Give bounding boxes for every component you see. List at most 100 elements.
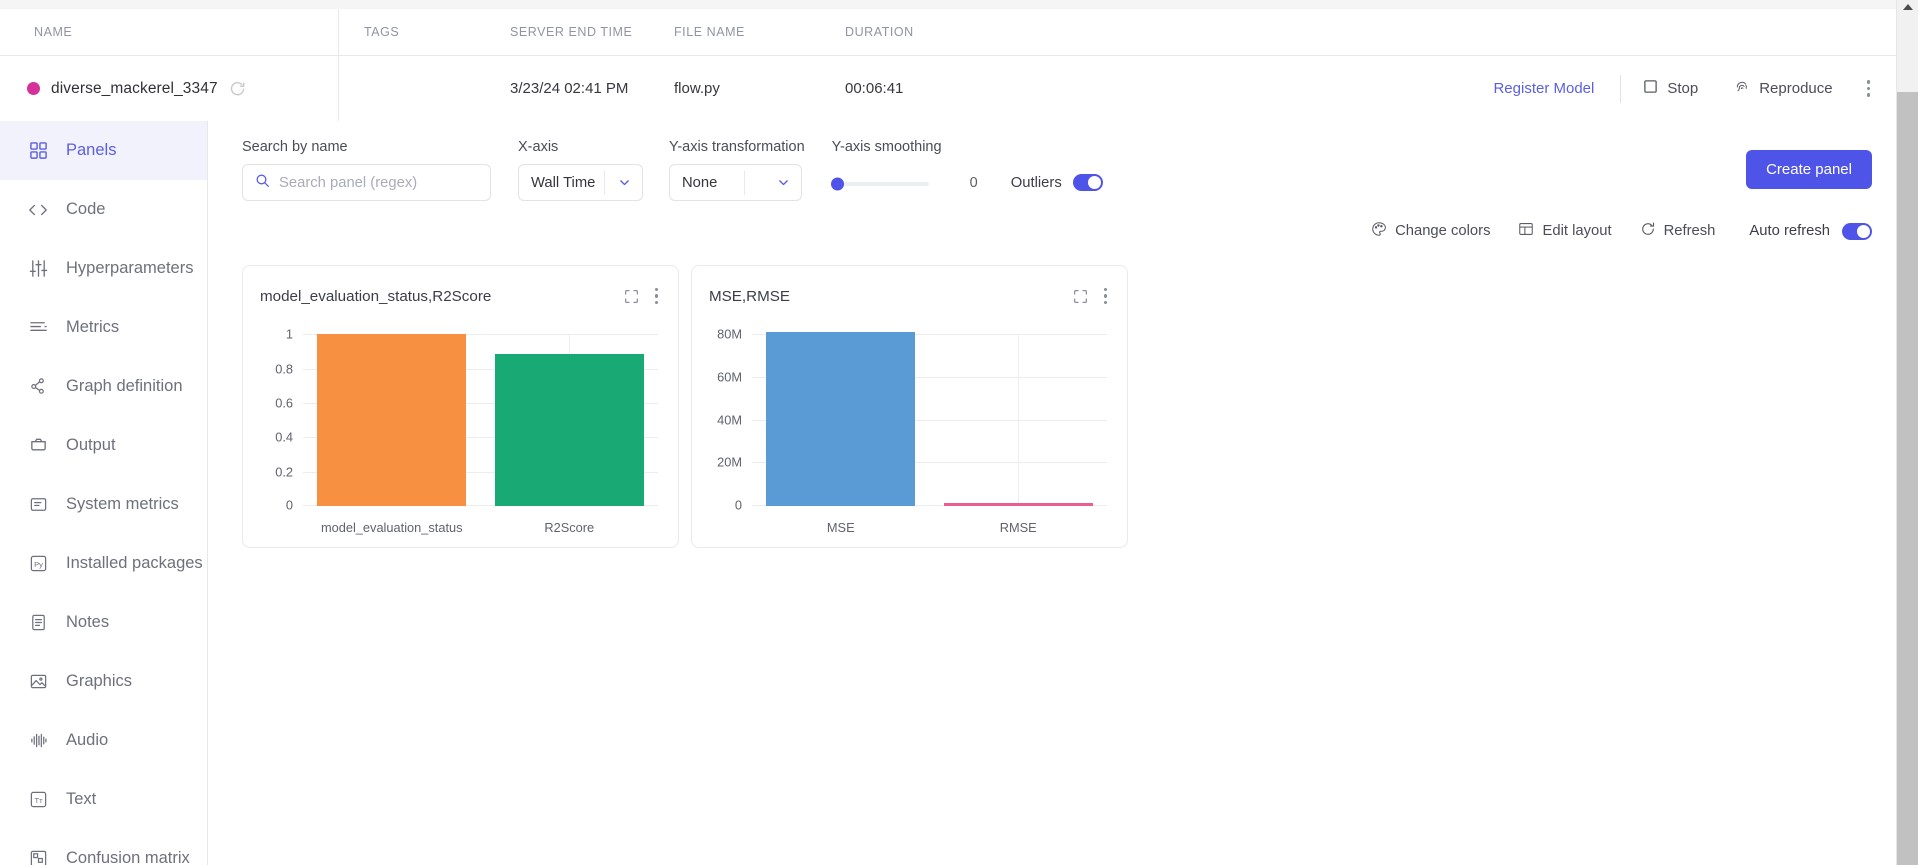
ytransform-value: None <box>682 174 718 191</box>
run-more-menu-icon[interactable] <box>1851 74 1882 102</box>
change-colors-button[interactable]: Change colors <box>1357 215 1504 247</box>
xaxis-select[interactable]: Wall Time <box>518 164 643 201</box>
scroll-up-arrow-icon[interactable] <box>1902 4 1913 10</box>
run-name-cell[interactable]: diverse_mackerel_3347 <box>0 80 338 98</box>
ysmoothing-value: 0 <box>969 174 978 191</box>
plot-area: 0 20M 40M 60M 80M <box>717 327 1107 513</box>
sidebar-item-label: Confusion matrix <box>66 849 190 865</box>
terminal-icon <box>27 435 49 457</box>
slider-knob[interactable] <box>830 177 844 190</box>
column-header-tags: TAGS <box>338 25 510 39</box>
sidebar-item-installed-packages[interactable]: Py Installed packages <box>0 534 207 593</box>
sidebar-item-confusion-matrix[interactable]: Confusion matrix <box>0 829 207 865</box>
table-row[interactable]: diverse_mackerel_3347 3/23/24 02:41 PM f… <box>0 56 1896 121</box>
outliers-label: Outliers <box>1010 174 1062 191</box>
chart-mse-rmse: 0 20M 40M 60M 80M MSE RMSE <box>704 324 1115 539</box>
column-header-duration: DURATION <box>845 25 914 39</box>
graph-nodes-icon <box>27 376 49 398</box>
sidebar-item-output[interactable]: Output <box>0 416 207 475</box>
panel-toolbar: Change colors Edit layout Refresh Auto r… <box>209 213 1896 249</box>
refresh-icon <box>1640 221 1656 241</box>
plot-area: 0 0.2 0.4 0.6 0.8 1 <box>275 327 658 513</box>
outliers-toggle[interactable] <box>1072 174 1103 191</box>
y-tick-label: 0.4 <box>275 429 293 445</box>
scrollbar-thumb[interactable] <box>1897 92 1918 865</box>
create-panel-button[interactable]: Create panel <box>1746 150 1872 189</box>
column-header-file-name: FILE NAME <box>674 25 745 39</box>
bar-mse[interactable] <box>766 332 916 507</box>
system-lines-icon <box>27 494 49 516</box>
auto-refresh-label: Auto refresh <box>1749 223 1830 239</box>
register-model-button[interactable]: Register Model <box>1471 80 1616 97</box>
sidebar-item-label: System metrics <box>66 495 179 513</box>
sidebar-item-system-metrics[interactable]: System metrics <box>0 475 207 534</box>
sidebar-item-code[interactable]: Code <box>0 180 207 239</box>
column-header-name: NAME <box>34 25 73 39</box>
chevron-down-icon <box>766 176 801 189</box>
text-box-icon: Tт <box>27 789 49 811</box>
xaxis-label: X-axis <box>518 139 559 155</box>
panel-model-evaluation-status-r2score[interactable]: model_evaluation_status,R2Score 0 0.2 0.… <box>242 265 679 548</box>
list-lines-icon <box>27 317 49 339</box>
run-server-end-time-cell: 3/23/24 02:41 PM <box>510 80 629 97</box>
panel-menu-icon[interactable] <box>647 282 662 310</box>
auto-refresh-control: Auto refresh <box>1729 222 1872 240</box>
refresh-label: Refresh <box>1663 223 1716 239</box>
y-tick-label: 0.2 <box>275 464 293 480</box>
waveform-icon <box>27 730 49 752</box>
sidebar-item-metrics[interactable]: Metrics <box>0 298 207 357</box>
ytransform-control: Y-axis transformation None <box>669 139 805 201</box>
panel-mse-rmse[interactable]: MSE,RMSE 0 20M 40M 60M 80M MSE RMSE <box>691 265 1128 548</box>
code-brackets-icon <box>27 199 49 221</box>
sidebar-item-audio[interactable]: Audio <box>0 711 207 770</box>
note-icon <box>27 612 49 634</box>
bar-model-evaluation-status[interactable] <box>317 334 467 507</box>
spinner-icon <box>229 80 246 97</box>
bar-r2score[interactable] <box>494 354 644 507</box>
sidebar-item-label: Panels <box>66 141 117 159</box>
sidebar-item-hyperparameters[interactable]: Hyperparameters <box>0 239 207 298</box>
search-input[interactable] <box>279 174 478 191</box>
sidebar-item-notes[interactable]: Notes <box>0 593 207 652</box>
refresh-button[interactable]: Refresh <box>1626 215 1730 247</box>
search-box[interactable] <box>242 164 491 201</box>
sidebar-item-label: Hyperparameters <box>66 259 194 277</box>
layout-icon <box>1518 221 1534 241</box>
x-tick-label: R2Score <box>544 520 595 536</box>
sidebar-item-text[interactable]: Tт Text <box>0 770 207 829</box>
reproduce-label: Reproduce <box>1759 80 1833 97</box>
sidebar-item-panels[interactable]: Panels <box>0 121 207 180</box>
ysmoothing-slider[interactable] <box>830 177 929 190</box>
bar-rmse[interactable] <box>943 503 1093 507</box>
edit-layout-button[interactable]: Edit layout <box>1504 215 1625 247</box>
run-name-label: diverse_mackerel_3347 <box>51 79 218 97</box>
square-icon <box>1643 79 1658 98</box>
ysmoothing-control: Y-axis smoothing 0 Outliers <box>830 139 1103 201</box>
auto-refresh-toggle[interactable] <box>1842 222 1872 240</box>
sidebar-item-graph-definition[interactable]: Graph definition <box>0 357 207 416</box>
y-tick-label: 0.8 <box>275 361 293 377</box>
expand-icon[interactable] <box>620 285 643 308</box>
palette-icon <box>1371 221 1387 241</box>
panel-grid: model_evaluation_status,R2Score 0 0.2 0.… <box>209 249 1896 548</box>
fingerprint-icon <box>1734 79 1750 99</box>
ytransform-label: Y-axis transformation <box>669 139 805 155</box>
reproduce-button[interactable]: Reproduce <box>1716 73 1850 105</box>
y-tick-label: 60M <box>717 369 742 385</box>
stop-button[interactable]: Stop <box>1625 73 1716 104</box>
run-actions: Register Model Stop Reproduce <box>1075 73 1896 105</box>
y-tick-label: 0 <box>734 497 742 513</box>
sidebar-item-graphics[interactable]: Graphics <box>0 652 207 711</box>
panel-title: model_evaluation_status,R2Score <box>260 287 492 305</box>
panel-menu-icon[interactable] <box>1096 282 1111 310</box>
ytransform-select[interactable]: None <box>669 164 802 201</box>
sidebar-item-label: Graph definition <box>66 377 183 395</box>
search-label: Search by name <box>242 139 348 155</box>
top-strip <box>0 0 1896 9</box>
vertical-scrollbar[interactable] <box>1896 0 1918 865</box>
run-duration-cell: 00:06:41 <box>845 80 904 97</box>
sidebar-item-label: Text <box>66 790 97 808</box>
expand-icon[interactable] <box>1069 285 1092 308</box>
sidebar: Panels Code Hyperparameters Metrics Grap… <box>0 121 208 865</box>
xaxis-value: Wall Time <box>531 174 596 191</box>
